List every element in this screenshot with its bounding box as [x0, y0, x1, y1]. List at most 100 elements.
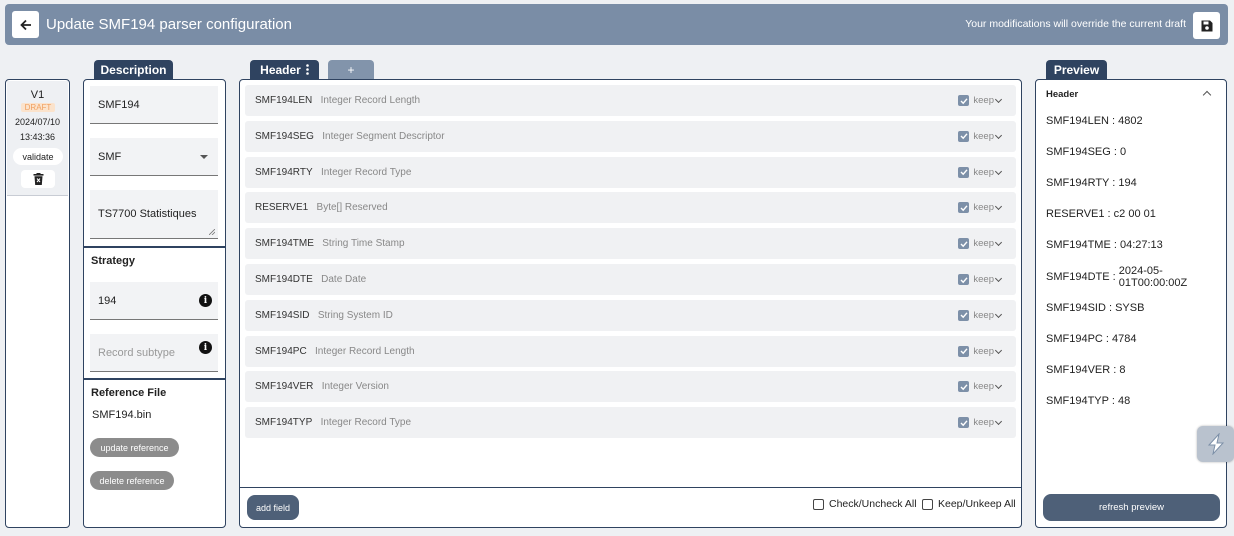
preview-key: SMF194LEN: [1046, 115, 1109, 127]
record-subtype-field[interactable]: Record subtype i: [90, 334, 218, 372]
resize-handle-icon[interactable]: [209, 229, 215, 235]
preview-key: SMF194DTE: [1046, 271, 1110, 283]
keep-checkbox[interactable]: [958, 417, 969, 429]
name-field[interactable]: SMF194: [90, 86, 218, 124]
preview-item: SMF194TYP : 48: [1046, 395, 1131, 407]
field-row[interactable]: SMF194RTY Integer Record Type keep: [245, 156, 1016, 188]
field-name: SMF194SEG: [255, 130, 314, 142]
preview-section-title: Header: [1046, 89, 1079, 100]
keep-checkbox[interactable]: [958, 202, 969, 214]
kebab-menu-icon[interactable]: [306, 64, 309, 75]
preview-value: 04:27:13: [1119, 239, 1163, 251]
delete-reference-button[interactable]: delete reference: [90, 471, 174, 490]
version-time: 13:43:36: [19, 132, 56, 142]
fields-panel: SMF194LEN Integer Record Length keep SMF19…: [239, 79, 1022, 528]
preview-key: SMF194SID: [1046, 302, 1106, 314]
keep-all-toggle[interactable]: Keep/Unkeep All: [922, 498, 1016, 510]
keep-label: keep: [973, 274, 994, 285]
keep-checkbox[interactable]: [958, 166, 969, 178]
chevron-down-icon[interactable]: [994, 239, 1003, 247]
field-row[interactable]: SMF194DTE Date Date keep: [245, 264, 1016, 295]
field-name: SMF194VER: [255, 381, 314, 393]
info-icon[interactable]: i: [199, 294, 212, 307]
assistant-button[interactable]: [1197, 426, 1234, 462]
preview-item: SMF194SEG : 0: [1046, 146, 1127, 158]
version-card[interactable]: V1 DRAFT 2024/07/10 13:43:36 validate: [7, 81, 68, 196]
refresh-preview-button[interactable]: refresh preview: [1043, 494, 1220, 521]
tab-header-label: Header: [260, 62, 301, 77]
field-row-label: SMF194TME String Time Stamp: [255, 238, 405, 249]
checkbox[interactable]: [922, 498, 933, 510]
preview-key: RESERVE1: [1046, 208, 1105, 220]
save-button[interactable]: [1193, 12, 1220, 39]
keep-label: keep: [973, 95, 994, 106]
field-row[interactable]: SMF194SID String System ID keep: [245, 299, 1016, 331]
field-row-label: SMF194RTY Integer Record Type: [255, 167, 411, 178]
field-row[interactable]: SMF194PC Integer Record Length keep: [245, 335, 1016, 367]
field-row[interactable]: RESERVE1 Byte[] Reserved keep: [245, 192, 1016, 224]
info-icon[interactable]: i: [199, 341, 212, 354]
chevron-up-icon[interactable]: [1202, 90, 1212, 100]
preview-value: 8: [1119, 364, 1126, 376]
field-row[interactable]: SMF194LEN Integer Record Length keep: [245, 85, 1016, 116]
divider: [84, 246, 225, 248]
type-select[interactable]: SMF: [90, 138, 218, 176]
record-type-value: 194: [98, 294, 117, 307]
preview-key: SMF194RTY: [1046, 177, 1110, 189]
field-row-label: SMF194LEN Integer Record Length: [255, 95, 420, 106]
record-type-field[interactable]: 194 i: [90, 282, 218, 320]
preview-value: 0: [1119, 146, 1127, 158]
tab-preview[interactable]: Preview: [1046, 60, 1107, 79]
keep-checkbox[interactable]: [958, 345, 969, 357]
checkbox[interactable]: [813, 498, 824, 510]
chevron-down-icon[interactable]: [994, 310, 1003, 318]
description-textarea[interactable]: TS7700 Statistiques: [90, 190, 218, 239]
chevron-down-icon[interactable]: [994, 418, 1003, 426]
tab-description[interactable]: Description: [94, 60, 173, 79]
keep-label: keep: [973, 202, 994, 214]
delete-version-button[interactable]: [21, 170, 55, 188]
draft-badge: DRAFT: [21, 103, 55, 112]
preview-value: 2024-05-01T00:00:00Z: [1118, 265, 1188, 289]
keep-checkbox[interactable]: [958, 130, 969, 142]
chevron-down-icon[interactable]: [994, 95, 1003, 104]
chevron-down-icon[interactable]: [994, 203, 1003, 211]
top-bar: Update SMF194 parser configuration Your …: [5, 4, 1228, 45]
update-reference-button[interactable]: update reference: [90, 438, 179, 457]
name-field-value: SMF194: [98, 98, 140, 111]
preview-panel: Header SMF194LEN : 4802 SMF194SEG : 0 SMF1…: [1035, 79, 1227, 528]
chevron-down-icon[interactable]: [994, 167, 1003, 175]
preview-item: SMF194TME : 04:27:13: [1046, 239, 1163, 251]
field-row[interactable]: SMF194TYP Integer Record Type keep: [245, 407, 1016, 439]
keep-checkbox[interactable]: [958, 274, 969, 285]
keep-checkbox[interactable]: [958, 238, 969, 250]
field-type: String System ID: [317, 309, 393, 321]
keep-checkbox[interactable]: [958, 381, 969, 393]
back-button[interactable]: [12, 11, 39, 38]
preview-item: SMF194LEN : 4802: [1046, 115, 1143, 127]
field-row-label: SMF194SEG Integer Segment Descriptor: [255, 131, 445, 142]
field-name: SMF194RTY: [255, 166, 313, 178]
validate-button[interactable]: validate: [13, 148, 63, 165]
chevron-down-icon[interactable]: [994, 274, 1003, 283]
keep-checkbox[interactable]: [958, 309, 969, 321]
add-field-button[interactable]: add field: [247, 495, 299, 520]
field-row[interactable]: SMF194VER Integer Version keep: [245, 371, 1016, 403]
check-all-toggle[interactable]: Check/Uncheck All: [813, 498, 917, 510]
tab-header[interactable]: Header: [250, 60, 319, 79]
keep-label: keep: [973, 309, 994, 321]
version-date: 2024/07/10: [14, 117, 61, 127]
preview-value: c2 00 01: [1113, 208, 1156, 220]
page-title: Update SMF194 parser configuration: [46, 16, 292, 33]
keep-checkbox[interactable]: [958, 95, 969, 106]
draft-override-note: Your modifications will override the cur…: [965, 18, 1186, 30]
add-tab-button[interactable]: +: [328, 60, 374, 79]
chevron-down-icon[interactable]: [994, 346, 1003, 354]
field-row[interactable]: SMF194TME String Time Stamp keep: [245, 228, 1016, 260]
preview-item: SMF194VER : 8: [1046, 364, 1126, 376]
floppy-disk-icon: [1201, 20, 1212, 31]
field-row[interactable]: SMF194SEG Integer Segment Descriptor keep: [245, 120, 1016, 152]
field-type: Integer Version: [321, 381, 389, 393]
chevron-down-icon[interactable]: [994, 382, 1003, 390]
chevron-down-icon[interactable]: [994, 131, 1003, 139]
